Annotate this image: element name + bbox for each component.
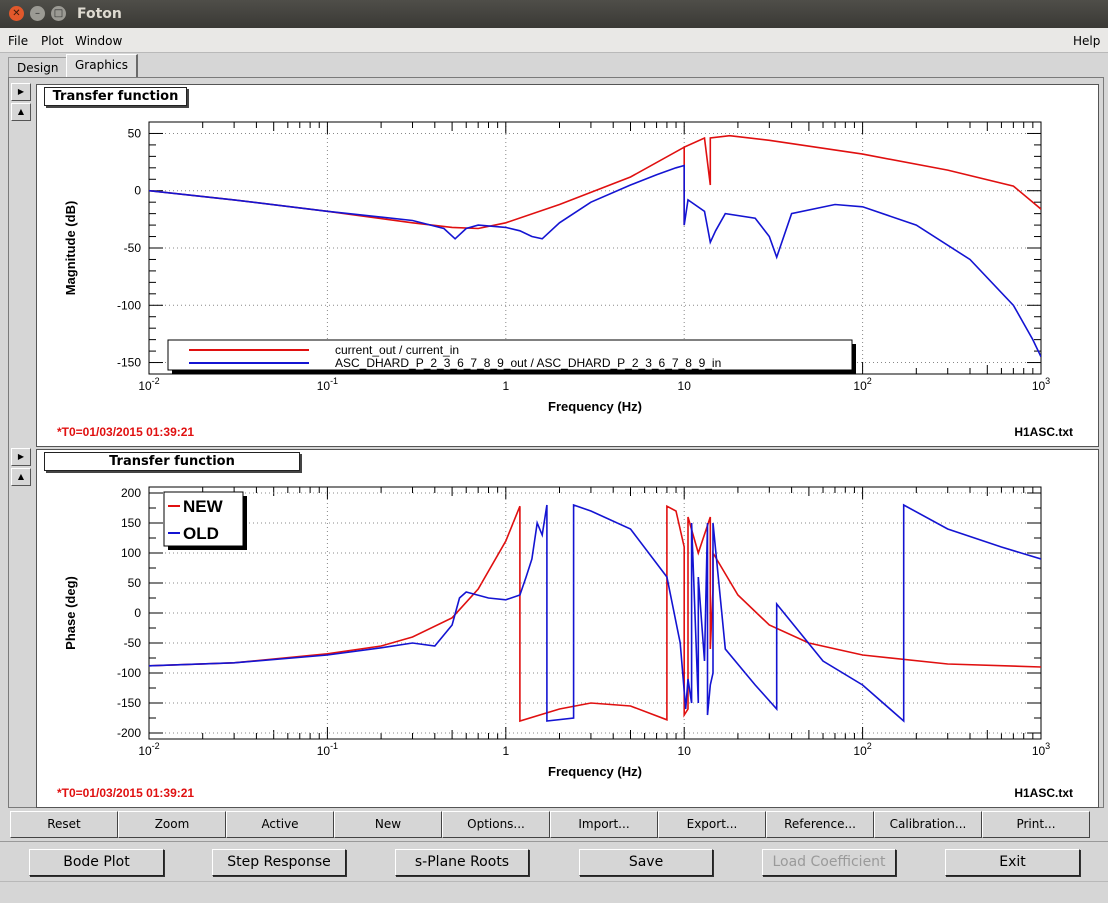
window-title: Foton — [77, 6, 122, 22]
menu-help[interactable]: Help — [1073, 34, 1100, 48]
toolbar-print-button[interactable]: Print... — [982, 811, 1090, 838]
menubar: File Plot Window Help — [0, 28, 1108, 53]
status-bar — [0, 881, 1108, 903]
toolbar-new-button[interactable]: New — [334, 811, 442, 838]
x-tick-label: 10 — [678, 379, 692, 393]
magnitude-plot-title[interactable]: Transfer function — [44, 87, 187, 106]
series-line-current-out-current-in — [149, 134, 1041, 230]
y-axis-label: Phase (deg) — [63, 576, 78, 650]
x-tick-label: 103 — [1032, 376, 1050, 393]
save-button[interactable]: Save — [579, 849, 713, 876]
x-tick-label: 10 — [678, 744, 692, 758]
filename-label: H1ASC.txt — [1014, 425, 1073, 439]
pad2-collapse-button[interactable]: ▲ — [11, 468, 31, 486]
pad1-collapse-button[interactable]: ▲ — [11, 103, 31, 121]
y-tick-label: 200 — [121, 486, 141, 500]
legend-shadow — [168, 546, 247, 550]
y-tick-label: -150 — [117, 356, 141, 370]
series-line-old — [149, 503, 1041, 723]
close-window-button[interactable]: ✕ — [9, 6, 24, 21]
y-tick-label: 0 — [134, 606, 141, 620]
menu-plot[interactable]: Plot — [41, 34, 64, 48]
x-tick-label: 102 — [853, 376, 871, 393]
maximize-window-button[interactable]: □ — [51, 6, 66, 21]
pad1-expand-button[interactable]: ▶ — [11, 83, 31, 101]
tab-design[interactable]: Design — [8, 57, 68, 78]
y-tick-label: -50 — [124, 636, 142, 650]
x-tick-label: 10-1 — [317, 741, 338, 758]
y-tick-label: -100 — [117, 298, 141, 312]
filename-label: H1ASC.txt — [1014, 786, 1073, 800]
toolbar-options-button[interactable]: Options... — [442, 811, 550, 838]
x-tick-label: 1 — [502, 379, 509, 393]
y-tick-label: -150 — [117, 696, 141, 710]
legend-shadow — [852, 344, 856, 374]
y-tick-label: 50 — [128, 126, 142, 140]
menu-file[interactable]: File — [8, 34, 28, 48]
toolbar-active-button[interactable]: Active — [226, 811, 334, 838]
series-line-asc-dhard-p-2-3-6-7-8-9-out-as — [149, 164, 1041, 358]
s-plane-roots-button[interactable]: s-Plane Roots — [395, 849, 529, 876]
toolbar-reset-button[interactable]: Reset — [10, 811, 118, 838]
x-tick-label: 10-2 — [138, 741, 159, 758]
timestamp-label: *T0=01/03/2015 01:39:21 — [57, 425, 194, 439]
y-tick-label: 150 — [121, 516, 141, 530]
toolbar-reference-button[interactable]: Reference... — [766, 811, 874, 838]
legend-entry-asc: ASC_DHARD_P_2_3_6_7_8_9_out / ASC_DHARD_… — [335, 356, 721, 370]
legend-entry-old: OLD — [183, 524, 219, 543]
legend-entry-new: NEW — [183, 497, 224, 516]
phase-plot-title[interactable]: Transfer function — [44, 452, 300, 471]
x-tick-label: 102 — [853, 741, 871, 758]
menu-window[interactable]: Window — [75, 34, 122, 48]
timestamp-label: *T0=01/03/2015 01:39:21 — [57, 786, 194, 800]
exit-button[interactable]: Exit — [945, 849, 1080, 876]
magnitude-canvas[interactable]: 50 0 -50 -100 -150 10-2 10-1 1 10 102 103 Frequency… — [36, 84, 1099, 447]
window-titlebar: ✕ – □ Foton — [0, 0, 1108, 28]
legend-shadow — [172, 370, 856, 374]
y-axis-label: Magnitude (dB) — [63, 201, 78, 296]
x-tick-label: 103 — [1032, 741, 1050, 758]
toolbar-zoom-button[interactable]: Zoom — [118, 811, 226, 838]
minimize-window-button[interactable]: – — [30, 6, 45, 21]
x-tick-label: 10-2 — [138, 376, 159, 393]
bode-plot-button[interactable]: Bode Plot — [29, 849, 164, 876]
x-axis-label: Frequency (Hz) — [548, 764, 642, 779]
x-tick-label: 10-1 — [317, 376, 338, 393]
toolbar-export-button[interactable]: Export... — [658, 811, 766, 838]
x-axis-label: Frequency (Hz) — [548, 399, 642, 414]
x-tick-label: 1 — [502, 744, 509, 758]
plot-frame — [148, 486, 1042, 740]
load-coefficient-button[interactable]: Load Coefficient — [762, 849, 896, 876]
y-tick-label: 0 — [134, 184, 141, 198]
legend-shadow — [243, 496, 247, 550]
separator — [0, 841, 1108, 842]
legend-entry-current: current_out / current_in — [335, 343, 459, 357]
series-line-new — [149, 504, 1041, 723]
step-response-button[interactable]: Step Response — [212, 849, 346, 876]
y-tick-label: -100 — [117, 666, 141, 680]
phase-canvas[interactable]: 200 150 100 50 0 -50 -100 -150 -200 10-2 10-1 1 10 10… — [36, 449, 1099, 808]
y-tick-label: 50 — [128, 576, 142, 590]
tab-bar: Design Graphics — [0, 53, 1108, 78]
pad2-expand-button[interactable]: ▶ — [11, 448, 31, 466]
y-tick-label: -50 — [124, 241, 142, 255]
y-tick-label: -200 — [117, 726, 141, 740]
plot-frame — [148, 121, 1042, 375]
y-tick-label: 100 — [121, 546, 141, 560]
toolbar-import-button[interactable]: Import... — [550, 811, 658, 838]
toolbar-calibration-button[interactable]: Calibration... — [874, 811, 982, 838]
magnitude-plot[interactable]: 50 0 -50 -100 -150 10-2 10-1 1 10 102 103 Frequency… — [37, 85, 1098, 446]
tab-graphics[interactable]: Graphics — [66, 54, 138, 78]
phase-plot[interactable]: 200 150 100 50 0 -50 -100 -150 -20010-2 10-1 1 10 10… — [37, 450, 1098, 807]
